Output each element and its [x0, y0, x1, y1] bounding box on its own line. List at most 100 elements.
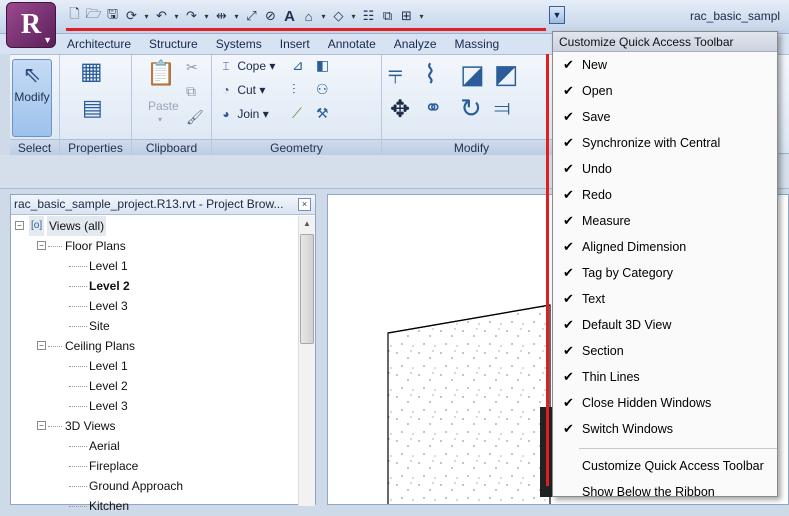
tab-massing[interactable]: Massing: [446, 34, 509, 54]
menu-item-thin-lines[interactable]: ✔ Thin Lines: [553, 364, 777, 390]
tree-node-fp-level-1[interactable]: Level 1: [11, 256, 299, 276]
menu-item-aligned-dimension[interactable]: ✔ Aligned Dimension: [553, 234, 777, 260]
close-windows-icon[interactable]: ⧉: [379, 7, 396, 25]
scroll-up-icon[interactable]: ▲: [299, 216, 315, 232]
tree-node-floor-plans[interactable]: − Floor Plans: [11, 236, 299, 256]
menu-item-close-hidden-windows[interactable]: ✔ Close Hidden Windows: [553, 390, 777, 416]
collapse-toggle[interactable]: −: [15, 221, 24, 230]
customize-qat-dropdown-button[interactable]: ▼: [549, 6, 565, 24]
redo-icon[interactable]: ↷: [183, 7, 200, 25]
tree-node-cp-level-1[interactable]: Level 1: [11, 356, 299, 376]
split-icon[interactable]: ⟋: [292, 105, 302, 122]
chevron-down-icon[interactable]: ▾: [202, 7, 211, 25]
tree-node-fireplace[interactable]: Fireplace: [11, 456, 299, 476]
properties-panel-label: Properties: [60, 139, 131, 155]
tree-node-fp-level-3[interactable]: Level 3: [11, 296, 299, 316]
demolish-icon[interactable]: ⚇: [316, 81, 329, 98]
project-tree: − [o] Views (all) − Floor Plans Level 1 …: [11, 216, 299, 516]
menu-item-redo[interactable]: ✔ Redo: [553, 182, 777, 208]
chevron-down-icon[interactable]: ▾: [232, 7, 241, 25]
menu-item-undo[interactable]: ✔ Undo: [553, 156, 777, 182]
tab-insert[interactable]: Insert: [271, 34, 319, 54]
menu-item-section[interactable]: ✔ Section: [553, 338, 777, 364]
move-icon[interactable]: ✥: [390, 95, 410, 124]
join-icon: ◕: [222, 107, 230, 121]
cut-button[interactable]: ◔ Cut ▾: [218, 83, 265, 97]
scrollbar-thumb[interactable]: [300, 234, 314, 344]
menu-item-open[interactable]: ✔ Open: [553, 78, 777, 104]
copy-element-icon[interactable]: ⚭: [424, 95, 442, 121]
menu-item-save[interactable]: ✔ Save: [553, 104, 777, 130]
menu-item-synchronize[interactable]: ✔ Synchronize with Central: [553, 130, 777, 156]
select-panel-label[interactable]: Select: [10, 139, 59, 155]
undo-icon[interactable]: ↶: [153, 7, 170, 25]
type-properties-icon[interactable]: ▦: [80, 57, 103, 86]
collapse-toggle[interactable]: −: [37, 341, 46, 350]
open-icon[interactable]: 🗁: [85, 6, 102, 25]
mirror-axis-icon[interactable]: ◪: [460, 59, 485, 90]
tab-analyze[interactable]: Analyze: [385, 34, 446, 54]
menu-item-label: Synchronize with Central: [582, 136, 721, 150]
chevron-down-icon[interactable]: ▾: [349, 7, 358, 25]
tag-icon[interactable]: ⊘: [262, 7, 279, 25]
tree-node-ground-approach[interactable]: Ground Approach: [11, 476, 299, 496]
cope-button[interactable]: ⌶ Cope ▾: [218, 59, 275, 74]
menu-item-customize-qat[interactable]: Customize Quick Access Toolbar: [553, 453, 777, 479]
tree-node-ceiling-plans[interactable]: − Ceiling Plans: [11, 336, 299, 356]
modify-button[interactable]: ⇖ Modify: [12, 59, 52, 137]
rotate-icon[interactable]: ↻: [460, 93, 482, 124]
chevron-down-icon[interactable]: ▾: [142, 7, 151, 25]
menu-item-tag-by-category[interactable]: ✔ Tag by Category: [553, 260, 777, 286]
wall-joins-icon[interactable]: ⫶: [292, 81, 296, 98]
3d-view-icon[interactable]: ⌂: [300, 7, 317, 25]
section-icon[interactable]: ◇: [330, 7, 347, 25]
paint-icon[interactable]: ◧: [316, 57, 329, 74]
aligned-dimension-icon[interactable]: ⤢: [243, 7, 260, 25]
tree-node-3d-views[interactable]: − 3D Views: [11, 416, 299, 436]
measure-icon[interactable]: ⇹: [213, 7, 230, 25]
menu-item-switch-windows[interactable]: ✔ Switch Windows: [553, 416, 777, 442]
cut-scissors-icon[interactable]: ✂: [186, 59, 198, 76]
tree-node-fp-site[interactable]: Site: [11, 316, 299, 336]
chevron-down-icon[interactable]: ▾: [417, 7, 426, 25]
copy-icon[interactable]: ⧉: [186, 83, 196, 100]
new-icon[interactable]: 🗋: [66, 6, 83, 25]
menu-item-measure[interactable]: ✔ Measure: [553, 208, 777, 234]
tree-node-cp-level-2[interactable]: Level 2: [11, 376, 299, 396]
tree-node-fp-level-2[interactable]: Level 2: [11, 276, 299, 296]
chevron-down-icon[interactable]: ▾: [172, 7, 181, 25]
synchronize-icon[interactable]: ⟳: [123, 7, 140, 25]
menu-item-show-below-ribbon[interactable]: Show Below the Ribbon: [553, 479, 777, 505]
tree-node-cp-level-3[interactable]: Level 3: [11, 396, 299, 416]
tab-annotate[interactable]: Annotate: [319, 34, 385, 54]
save-icon[interactable]: 🖫: [104, 6, 121, 25]
collapse-toggle[interactable]: −: [37, 241, 46, 250]
tree-node-views-all[interactable]: − [o] Views (all): [11, 216, 299, 236]
align-icon[interactable]: ⫧: [388, 59, 403, 91]
tab-architecture[interactable]: Architecture: [58, 34, 140, 54]
join-button[interactable]: ◕ Join ▾: [218, 107, 268, 121]
close-icon[interactable]: ×: [298, 198, 311, 211]
chevron-down-icon[interactable]: ▾: [319, 7, 328, 25]
paste-icon[interactable]: 📋: [146, 59, 176, 88]
tree-node-aerial[interactable]: Aerial: [11, 436, 299, 456]
hammer-icon[interactable]: ⚒: [316, 105, 329, 122]
collapse-toggle[interactable]: −: [37, 421, 46, 430]
offset-icon[interactable]: ⌇: [424, 59, 437, 90]
tab-systems[interactable]: Systems: [207, 34, 271, 54]
trim-icon[interactable]: ⫤: [494, 95, 511, 121]
menu-item-new[interactable]: ✔ New: [553, 52, 777, 78]
split-face-icon[interactable]: ⊿: [292, 57, 304, 74]
menu-item-default-3d-view[interactable]: ✔ Default 3D View: [553, 312, 777, 338]
switch-windows-icon[interactable]: ⊞: [398, 7, 415, 25]
text-icon[interactable]: A: [281, 7, 298, 25]
menu-item-text[interactable]: ✔ Text: [553, 286, 777, 312]
tree-node-kitchen[interactable]: Kitchen: [11, 496, 299, 516]
element-properties-icon[interactable]: ▤: [82, 95, 103, 121]
application-menu-button[interactable]: R ▼: [6, 2, 56, 48]
match-properties-icon[interactable]: 🖌: [186, 109, 204, 126]
vertical-scrollbar[interactable]: ▲: [298, 216, 315, 506]
tab-structure[interactable]: Structure: [140, 34, 207, 54]
thin-lines-icon[interactable]: ☷: [360, 7, 377, 25]
mirror-draw-icon[interactable]: ◩: [494, 59, 519, 90]
